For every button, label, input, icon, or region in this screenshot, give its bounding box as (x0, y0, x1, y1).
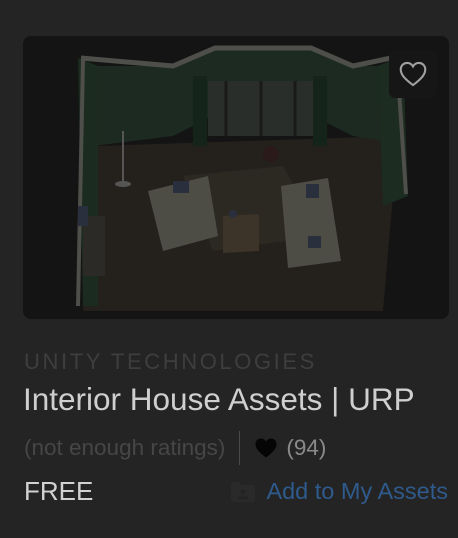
asset-thumbnail[interactable] (23, 36, 449, 319)
add-to-my-assets-label: Add to My Assets (266, 478, 448, 504)
folder-user-icon (230, 481, 256, 503)
rating-text: (not enough ratings) (24, 435, 226, 460)
add-to-my-assets-button[interactable]: Add to My Assets (230, 478, 448, 505)
asset-title-link[interactable]: Interior House Assets | URP (23, 381, 415, 418)
room-render-image (76, 45, 408, 311)
favorite-button[interactable] (389, 50, 437, 98)
rating-row: (not enough ratings) (94) (24, 430, 326, 466)
favorites-count: (94) (286, 435, 327, 460)
rating-divider (239, 431, 241, 465)
price-label: FREE (24, 476, 94, 506)
publisher-link[interactable]: UNITY TECHNOLOGIES (24, 349, 317, 375)
asset-card[interactable]: UNITY TECHNOLOGIES Interior House Assets… (0, 0, 458, 538)
heart-outline-icon (399, 61, 427, 87)
heart-filled-icon (254, 437, 278, 459)
